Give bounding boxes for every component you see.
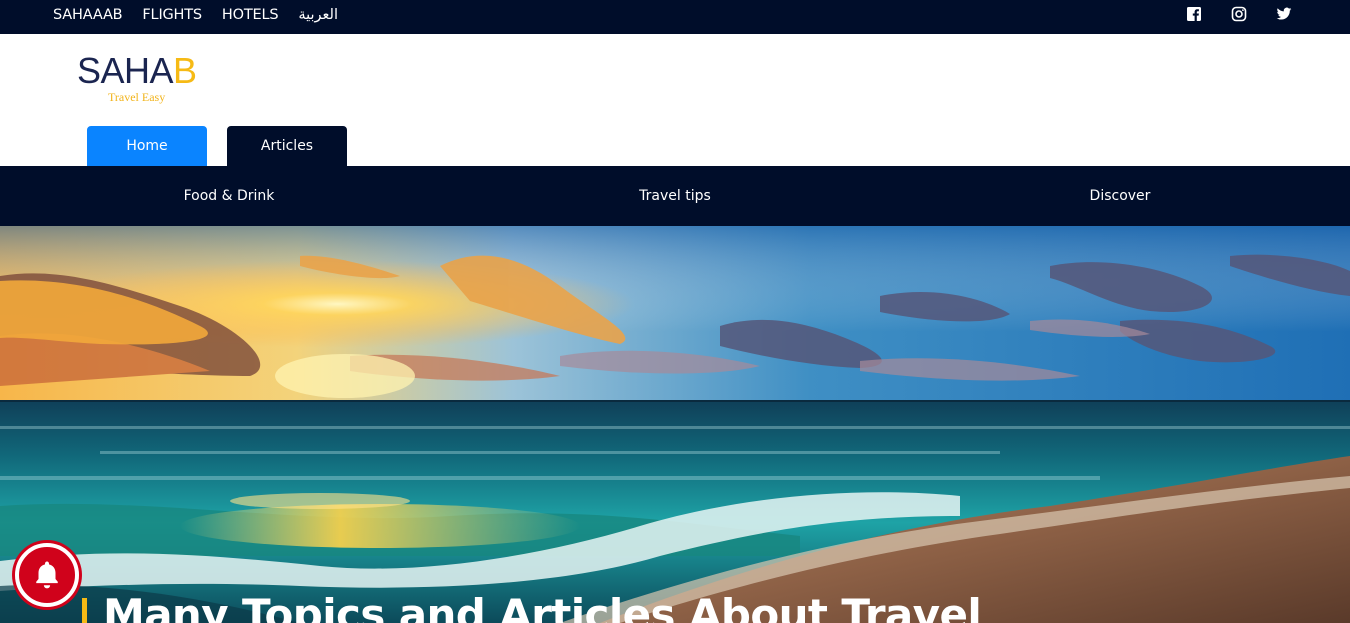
top-nav-link-hotels[interactable]: HOTELS — [222, 7, 279, 23]
tab-articles[interactable]: Articles — [227, 126, 347, 166]
twitter-icon[interactable] — [1276, 6, 1292, 22]
site-logo[interactable]: SAHAB Travel Easy — [77, 52, 217, 108]
top-bar: SAHAAAB FLIGHTS HOTELS العربية — [0, 0, 1350, 34]
logo-wordmark: SAHAB — [77, 52, 217, 90]
category-food-drink[interactable]: Food & Drink — [129, 166, 329, 226]
top-nav-link-sahaaab[interactable]: SAHAAAB — [53, 7, 123, 23]
category-discover[interactable]: Discover — [1020, 166, 1220, 226]
top-nav: SAHAAAB FLIGHTS HOTELS العربية — [53, 0, 338, 30]
hero-title: Many Topics and Articles About Travel — [103, 590, 982, 623]
hero-banner: Many Topics and Articles About Travel — [0, 226, 1350, 623]
logo-wordmark-accent: B — [173, 50, 197, 91]
category-travel-tips[interactable]: Travel tips — [575, 166, 775, 226]
logo-wordmark-main: SAHA — [77, 50, 174, 91]
logo-tagline: Travel Easy — [108, 90, 166, 104]
notification-bell-button[interactable] — [15, 543, 79, 607]
hero-title-accent-bar — [82, 598, 87, 623]
category-nav: Food & Drink Travel tips Discover — [0, 166, 1350, 226]
tab-home[interactable]: Home — [87, 126, 207, 166]
hero-title-block: Many Topics and Articles About Travel — [82, 590, 982, 623]
bell-icon — [36, 561, 58, 589]
instagram-icon[interactable] — [1231, 6, 1247, 22]
top-nav-link-arabic[interactable]: العربية — [298, 7, 338, 23]
facebook-icon[interactable] — [1186, 6, 1202, 22]
hero-beach-sunset-image — [0, 226, 1350, 623]
top-nav-link-flights[interactable]: FLIGHTS — [142, 7, 202, 23]
social-links — [1186, 6, 1292, 22]
